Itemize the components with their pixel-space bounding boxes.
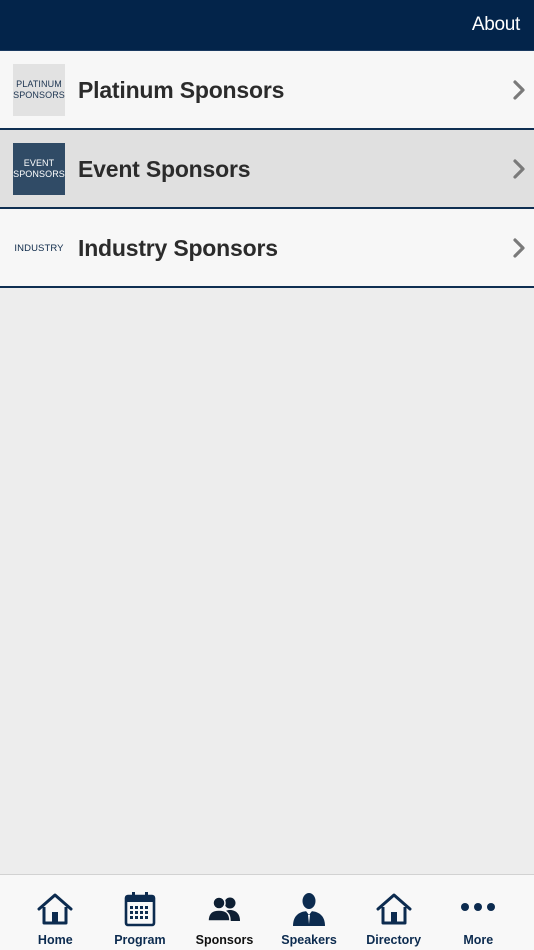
platinum-sponsors-thumbnail: PLATINUM SPONSORS — [13, 64, 65, 116]
event-sponsors-thumbnail: EVENT SPONSORS — [13, 143, 65, 195]
list-item-industry-sponsors[interactable]: INDUSTRY Industry Sponsors — [0, 209, 534, 288]
thumbnail-text-line1: EVENT — [23, 158, 55, 168]
list-item-label: Industry Sponsors — [78, 235, 278, 261]
top-navigation-bar: About — [0, 0, 534, 51]
list-item-label: Event Sponsors — [78, 156, 251, 182]
speaker-icon — [293, 893, 326, 926]
thumbnail-text-line2: SPONSORS — [13, 90, 65, 100]
tab-label: Directory — [366, 933, 422, 947]
directory-icon — [376, 893, 412, 925]
industry-sponsors-thumbnail: INDUSTRY — [13, 222, 65, 274]
thumbnail-text-line1: PLATINUM — [16, 79, 62, 89]
tab-more[interactable]: More — [436, 875, 521, 950]
sponsor-category-list: PLATINUM SPONSORS Platinum Sponsors EVEN… — [0, 51, 534, 288]
tab-sponsors[interactable]: Sponsors — [182, 875, 267, 950]
thumbnail-text-line1: INDUSTRY — [14, 242, 64, 254]
tab-home[interactable]: Home — [13, 875, 98, 950]
tab-label: Speakers — [281, 933, 337, 947]
tab-directory[interactable]: Directory — [351, 875, 436, 950]
calendar-icon — [124, 892, 156, 927]
tab-label: Program — [114, 933, 166, 947]
home-icon — [37, 893, 73, 925]
chevron-right-icon — [513, 159, 525, 179]
thumbnail-text-line2: SPONSORS — [13, 169, 65, 179]
tab-speakers[interactable]: Speakers — [267, 875, 352, 950]
tab-label: More — [463, 933, 494, 947]
tab-label: Home — [37, 933, 73, 947]
tab-label: Sponsors — [195, 933, 254, 947]
people-icon — [207, 896, 241, 922]
tab-program[interactable]: Program — [98, 875, 183, 950]
more-icon — [461, 903, 496, 911]
list-item-label: Platinum Sponsors — [78, 77, 285, 103]
chevron-right-icon — [513, 80, 525, 100]
about-link[interactable]: About — [472, 14, 520, 36]
list-item-event-sponsors[interactable]: EVENT SPONSORS Event Sponsors — [0, 130, 534, 209]
bottom-tab-bar: Home Program Sponsors Speakers Directory… — [0, 874, 534, 950]
list-item-platinum-sponsors[interactable]: PLATINUM SPONSORS Platinum Sponsors — [0, 51, 534, 130]
chevron-right-icon — [513, 238, 525, 258]
